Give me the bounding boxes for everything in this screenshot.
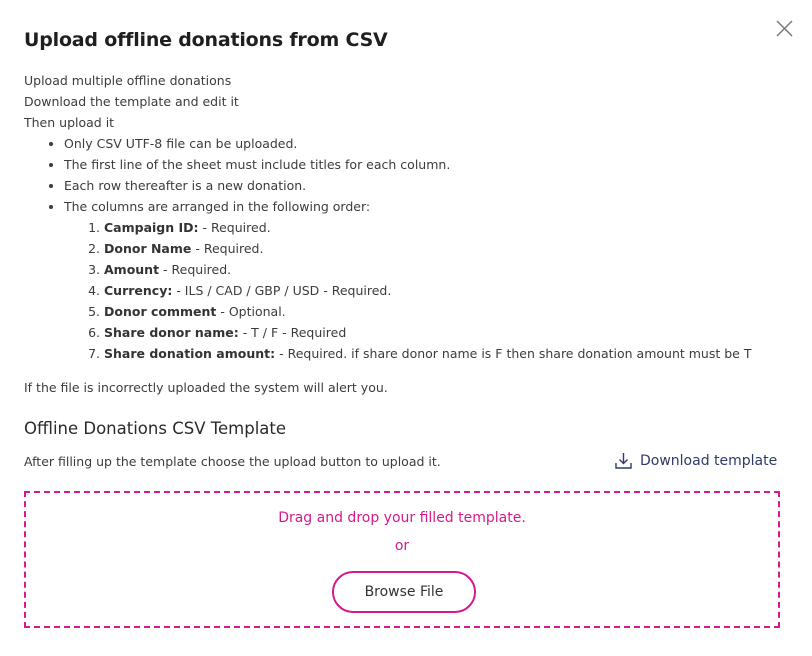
- file-dropzone[interactable]: Drag and drop your filled template. or B…: [24, 491, 780, 628]
- column-item: Donor comment - Optional.: [104, 301, 751, 322]
- column-desc: - Required. if share donor name is F the…: [275, 346, 752, 361]
- column-desc: - Required.: [198, 220, 271, 235]
- dialog-title: Upload offline donations from CSV: [24, 29, 388, 51]
- column-item: Donor Name - Required.: [104, 238, 751, 259]
- intro-text: Upload multiple offline donations Downlo…: [24, 70, 239, 133]
- column-item: Share donor name: - T / F - Required: [104, 322, 751, 343]
- column-name: Donor comment: [104, 304, 217, 319]
- requirement-item: Each row thereafter is a new donation.: [64, 175, 751, 196]
- close-icon[interactable]: [776, 20, 793, 37]
- column-name: Share donation amount:: [104, 346, 276, 361]
- dropzone-instruction: Drag and drop your filled template.: [278, 510, 526, 526]
- column-desc: - Optional.: [216, 304, 286, 319]
- column-desc: - Required.: [159, 262, 232, 277]
- requirement-item: The columns are arranged in the followin…: [64, 196, 751, 364]
- dropzone-or: or: [394, 538, 410, 554]
- error-note: If the file is incorrectly uploaded the …: [24, 380, 388, 395]
- column-desc: - T / F - Required: [238, 325, 347, 340]
- column-name: Amount: [104, 262, 160, 277]
- columns-list: Campaign ID: - Required. Donor Name - Re…: [64, 217, 751, 364]
- requirement-item: The first line of the sheet must include…: [64, 154, 751, 175]
- upload-dialog: Upload offline donations from CSV Upload…: [0, 0, 812, 656]
- download-icon: [615, 453, 632, 469]
- column-desc: - ILS / CAD / GBP / USD - Required.: [172, 283, 392, 298]
- intro-line: Then upload it: [24, 115, 115, 130]
- template-section-title: Offline Donations CSV Template: [24, 419, 287, 438]
- template-section-subtitle: After filling up the template choose the…: [24, 454, 441, 469]
- column-item: Campaign ID: - Required.: [104, 217, 751, 238]
- download-template-label: Download template: [640, 452, 778, 469]
- column-name: Currency:: [104, 283, 173, 298]
- column-name: Donor Name: [104, 241, 192, 256]
- column-name: Share donor name:: [104, 325, 239, 340]
- column-item: Currency: - ILS / CAD / GBP / USD - Requ…: [104, 280, 751, 301]
- download-template-link[interactable]: Download template: [614, 451, 777, 470]
- requirement-text: The columns are arranged in the followin…: [64, 199, 371, 214]
- intro-line: Upload multiple offline donations: [24, 73, 232, 88]
- column-item: Share donation amount: - Required. if sh…: [104, 343, 751, 364]
- column-name: Campaign ID:: [104, 220, 199, 235]
- intro-line: Download the template and edit it: [24, 94, 239, 109]
- requirements-list: Only CSV UTF-8 file can be uploaded. The…: [24, 133, 751, 364]
- column-item: Amount - Required.: [104, 259, 751, 280]
- browse-file-button[interactable]: Browse File: [332, 571, 476, 613]
- column-desc: - Required.: [191, 241, 264, 256]
- requirement-item: Only CSV UTF-8 file can be uploaded.: [64, 133, 751, 154]
